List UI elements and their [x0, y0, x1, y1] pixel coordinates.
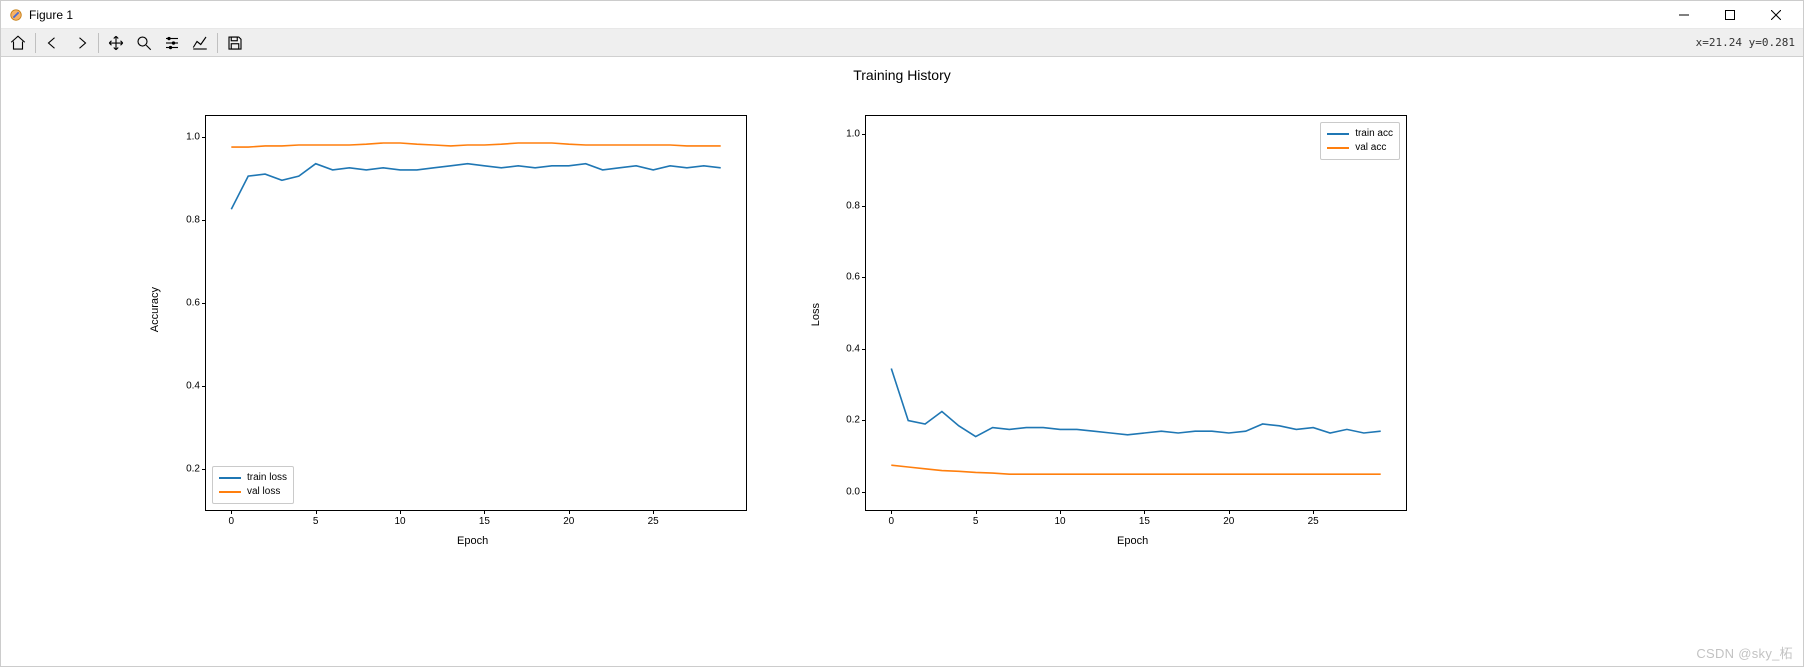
ytick-label: 0.6 [846, 272, 860, 283]
xtick-label: 0 [229, 516, 235, 527]
window-controls [1661, 1, 1799, 29]
loss-lines [866, 116, 1406, 510]
ytick-label: 0.8 [846, 200, 860, 211]
close-button[interactable] [1753, 1, 1799, 29]
maximize-button[interactable] [1707, 1, 1753, 29]
pan-icon[interactable] [103, 31, 129, 55]
loss-subplot: train acc val acc 0.00.20.40.60.81.00510… [865, 115, 1407, 511]
series-line [891, 369, 1380, 437]
legend-label: val loss [247, 485, 280, 499]
ytick-label: 0.8 [186, 214, 200, 225]
watermark: CSDN @sky_柘 [1696, 643, 1793, 662]
legend-label: train loss [247, 471, 287, 485]
series-line [231, 164, 720, 210]
xtick-label: 20 [1223, 516, 1234, 527]
xtick-label: 25 [648, 516, 659, 527]
toolbar-separator [98, 33, 99, 53]
xtick-label: 0 [889, 516, 895, 527]
xtick-label: 15 [479, 516, 490, 527]
window-title: Figure 1 [29, 8, 73, 22]
accuracy-xlabel: Epoch [457, 535, 488, 547]
forward-icon[interactable] [68, 31, 94, 55]
figure-window: { "window": { "title": "Figure 1" }, "to… [0, 0, 1804, 667]
xtick-label: 15 [1139, 516, 1150, 527]
accuracy-ylabel: Accuracy [149, 287, 161, 332]
ytick-label: 0.4 [186, 380, 200, 391]
accuracy-lines [206, 116, 746, 510]
xtick-label: 25 [1308, 516, 1319, 527]
ytick-label: 1.0 [186, 131, 200, 142]
xtick-label: 10 [395, 516, 406, 527]
ytick-label: 1.0 [846, 128, 860, 139]
xtick-label: 20 [563, 516, 574, 527]
zoom-icon[interactable] [131, 31, 157, 55]
cursor-readout: x=21.24 y=0.281 [1696, 36, 1795, 49]
axis-edit-icon[interactable] [187, 31, 213, 55]
save-icon[interactable] [222, 31, 248, 55]
loss-ylabel: Loss [810, 303, 822, 326]
matplotlib-toolbar: x=21.24 y=0.281 [1, 29, 1803, 57]
titlebar: Figure 1 [1, 1, 1803, 29]
xtick-label: 5 [973, 516, 979, 527]
ytick-label: 0.2 [186, 463, 200, 474]
ytick-label: 0.4 [846, 343, 860, 354]
back-icon[interactable] [40, 31, 66, 55]
figure-suptitle: Training History [853, 67, 951, 83]
series-line [231, 143, 720, 147]
toolbar-separator [35, 33, 36, 53]
app-icon [9, 8, 23, 22]
series-line [891, 465, 1380, 474]
home-icon[interactable] [5, 31, 31, 55]
ytick-label: 0.6 [186, 297, 200, 308]
minimize-button[interactable] [1661, 1, 1707, 29]
legend-label: train acc [1355, 127, 1393, 141]
loss-xlabel: Epoch [1117, 535, 1148, 547]
accuracy-subplot: train loss val loss 0.20.40.60.81.005101… [205, 115, 747, 511]
legend-label: val acc [1355, 141, 1386, 155]
subplots-icon[interactable] [159, 31, 185, 55]
figure-canvas[interactable]: Training History train loss val loss 0.2… [1, 57, 1803, 666]
toolbar-separator [217, 33, 218, 53]
ytick-label: 0.2 [846, 415, 860, 426]
xtick-label: 10 [1055, 516, 1066, 527]
loss-legend: train acc val acc [1320, 122, 1400, 160]
xtick-label: 5 [313, 516, 319, 527]
accuracy-legend: train loss val loss [212, 466, 294, 504]
ytick-label: 0.0 [846, 487, 860, 498]
